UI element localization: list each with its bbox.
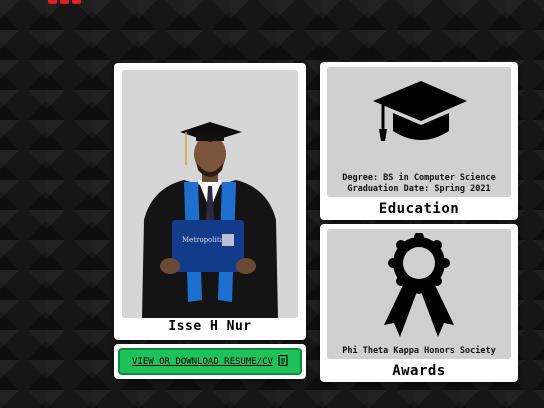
profile-photo: Metropolitan [122, 70, 298, 318]
awards-card: Phi Theta Kappa Honors Society Awards [320, 224, 518, 382]
site-logo[interactable] [48, 0, 88, 6]
resume-button-card: VIEW OR DOWNLOAD RESUME/CV [114, 344, 306, 379]
education-panel: Degree: BS in Computer Science Graduatio… [327, 67, 511, 197]
education-card: Degree: BS in Computer Science Graduatio… [320, 62, 518, 220]
view-resume-button[interactable]: VIEW OR DOWNLOAD RESUME/CV [118, 348, 302, 375]
degree-text: Degree: BS in Computer Science [342, 173, 496, 183]
graduation-cap-icon [327, 75, 511, 151]
awards-title: Awards [392, 363, 446, 379]
resume-button-label: VIEW OR DOWNLOAD RESUME/CV [132, 356, 273, 367]
svg-text:Metropolitan: Metropolitan [182, 236, 229, 244]
education-details: Degree: BS in Computer Science Graduatio… [327, 173, 511, 195]
profile-name: Isse H Nur [168, 319, 252, 334]
awards-panel: Phi Theta Kappa Honors Society [327, 229, 511, 359]
ribbon-award-icon [327, 233, 511, 341]
education-title: Education [378, 201, 460, 217]
graduation-date-text: Graduation Date: Spring 2021 [347, 184, 491, 194]
award-name: Phi Theta Kappa Honors Society [342, 346, 496, 356]
document-icon [278, 354, 288, 369]
profile-card: Metropolitan Isse H Nur [114, 63, 306, 340]
